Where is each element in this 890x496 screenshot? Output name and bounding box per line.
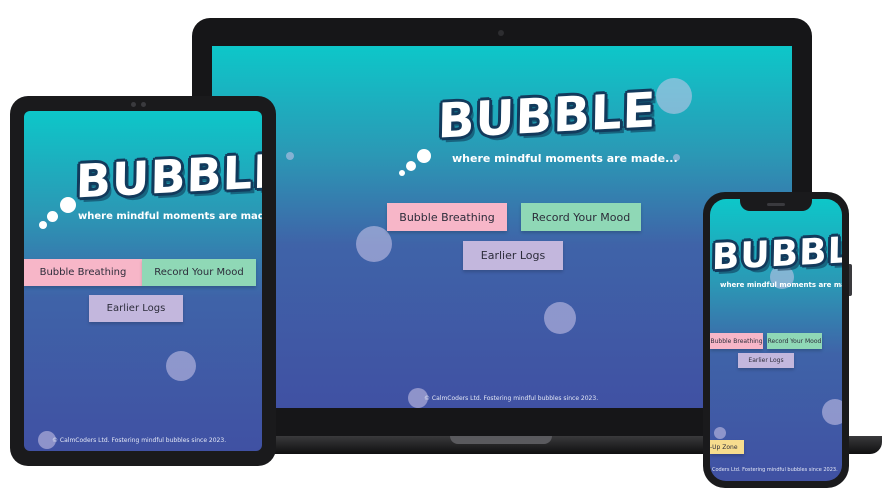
thought-bubble-dot — [39, 221, 47, 229]
tablet-camera — [141, 102, 146, 107]
earlier-logs-button[interactable]: Earlier Logs — [738, 353, 794, 368]
record-mood-button[interactable]: Record Your Mood — [521, 203, 641, 231]
bubble-decoration — [166, 351, 196, 381]
tablet-footer: © CalmCoders Ltd. Fostering mindful bubb… — [52, 437, 227, 444]
phone-footer: Coders Ltd. Fostering mindful bubbles si… — [712, 467, 838, 473]
earlier-logs-button[interactable]: Earlier Logs — [463, 241, 563, 270]
app-tagline: where mindful moments are made... — [720, 281, 842, 289]
tablet-device: BUBBLE where mindful moments are made...… — [10, 96, 276, 466]
app-tagline: where mindful moments are made... — [78, 211, 262, 222]
laptop-notch — [450, 436, 552, 444]
thought-bubble-dot — [417, 149, 431, 163]
pick-up-zone-button[interactable]: -Up Zone — [710, 440, 744, 454]
record-mood-button[interactable]: Record Your Mood — [767, 333, 822, 349]
tablet-camera — [131, 102, 136, 107]
app-logo: BUBBLE — [437, 82, 657, 150]
record-mood-button[interactable]: Record Your Mood — [142, 259, 256, 286]
bubble-decoration — [544, 302, 576, 334]
earlier-logs-button[interactable]: Earlier Logs — [89, 295, 183, 322]
thought-bubble-dot — [60, 197, 76, 213]
laptop-footer: © CalmCoders Ltd. Fostering mindful bubb… — [424, 395, 599, 402]
app-tagline: where mindful moments are made... — [452, 152, 678, 165]
thought-bubble-dot — [406, 161, 416, 171]
bubble-breathing-button[interactable]: Bubble Breathing — [387, 203, 507, 231]
bubble-decoration — [356, 226, 392, 262]
phone-side-button — [849, 264, 852, 296]
bubble-decoration — [822, 399, 842, 425]
bubble-breathing-button[interactable]: Bubble Breathing — [24, 259, 142, 286]
bubble-breathing-button[interactable]: Bubble Breathing — [710, 333, 763, 349]
phone-device: BUBBLE where mindful moments are made...… — [703, 192, 852, 488]
phone-speaker — [767, 203, 785, 206]
app-logo: BUBBLE — [75, 143, 262, 209]
phone-screen: BUBBLE where mindful moments are made...… — [710, 199, 842, 481]
laptop-camera — [498, 30, 504, 36]
bubble-decoration — [714, 427, 726, 439]
bubble-decoration — [656, 78, 692, 114]
thought-bubble-dot — [47, 211, 58, 222]
app-logo: BUBBLE — [711, 228, 842, 279]
bubble-decoration — [286, 152, 294, 160]
thought-bubble-dot — [399, 170, 405, 176]
tablet-screen: BUBBLE where mindful moments are made...… — [24, 111, 262, 451]
